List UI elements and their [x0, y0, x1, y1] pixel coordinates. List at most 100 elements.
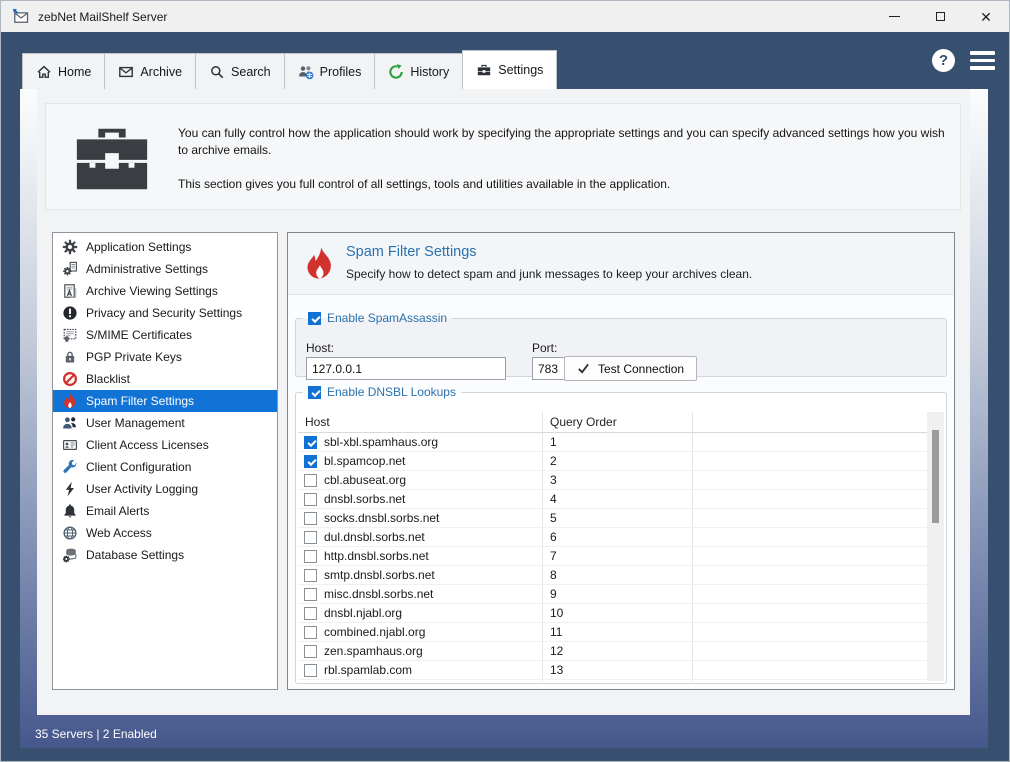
lightning-icon [62, 481, 78, 497]
maximize-button[interactable] [917, 1, 963, 32]
dnsbl-empty-cell [692, 471, 927, 489]
nav-bar: Home Archive Search Profiles History Settings… [1, 32, 1009, 89]
tab-archive[interactable]: Archive [104, 53, 197, 89]
dnsbl-row-checkbox[interactable] [304, 663, 317, 677]
sidebar-item-client-access-licenses[interactable]: Client Access Licenses [53, 434, 277, 456]
dnsbl-row-checkbox[interactable] [304, 549, 317, 563]
dnsbl-row-checkbox[interactable] [304, 530, 317, 544]
dnsbl-query-order: 11 [542, 623, 692, 641]
dnsbl-row-checkbox[interactable] [304, 511, 317, 525]
sidebar-item-email-alerts[interactable]: Email Alerts [53, 500, 277, 522]
dnsbl-row[interactable]: bl.spamcop.net 2 [298, 452, 927, 471]
dnsbl-row[interactable]: http.dnsbl.sorbs.net 7 [298, 547, 927, 566]
sidebar-item-label: Database Settings [86, 548, 185, 562]
sidebar-item-label: Spam Filter Settings [86, 394, 195, 408]
dnsbl-empty-cell [692, 452, 927, 470]
sidebar-item-privacy-and-security-settings[interactable]: Privacy and Security Settings [53, 302, 277, 324]
enable-spamassassin-checkbox[interactable] [308, 311, 321, 325]
sidebar-item-application-settings[interactable]: Application Settings [53, 236, 277, 258]
sidebar-item-s-mime-certificates[interactable]: S/MIME Certificates [53, 324, 277, 346]
host-input[interactable] [306, 357, 506, 380]
sidebar-item-label: Blacklist [86, 372, 131, 386]
scrollbar-thumb[interactable] [932, 430, 939, 523]
column-header-host[interactable]: Host [298, 415, 542, 429]
dnsbl-empty-cell [692, 623, 927, 641]
page-header-box: You can fully control how the applicatio… [45, 103, 961, 210]
dnsbl-row[interactable]: misc.dnsbl.sorbs.net 9 [298, 585, 927, 604]
sidebar-item-label: Client Configuration [86, 460, 192, 474]
dnsbl-row[interactable]: dul.dnsbl.sorbs.net 6 [298, 528, 927, 547]
panel-title: Spam Filter Settings [346, 244, 477, 260]
dnsbl-query-order: 1 [542, 433, 692, 451]
dnsbl-row[interactable]: combined.njabl.org 11 [298, 623, 927, 642]
tab-label: Profiles [319, 64, 362, 79]
dnsbl-row-checkbox[interactable] [304, 435, 317, 449]
checkmark-icon [577, 362, 590, 375]
tab-profiles[interactable]: Profiles [283, 53, 376, 89]
dnsbl-row-checkbox[interactable] [304, 568, 317, 582]
globe-icon [62, 525, 78, 541]
vertical-scrollbar[interactable] [927, 412, 944, 681]
dnsbl-row-checkbox[interactable] [304, 492, 317, 506]
dnsbl-row[interactable]: accredit.habeas.com14 [298, 680, 927, 681]
sidebar-item-user-activity-logging[interactable]: User Activity Logging [53, 478, 277, 500]
test-connection-button[interactable]: Test Connection [564, 356, 698, 381]
dnsbl-row-checkbox[interactable] [304, 606, 317, 620]
dnsbl-empty-cell [692, 509, 927, 527]
exclamation-icon [62, 305, 78, 321]
sidebar-item-database-settings[interactable]: Database Settings [53, 544, 277, 566]
dnsbl-table-header: Host Query Order [298, 412, 927, 433]
enable-dnsbl-checkbox[interactable] [308, 385, 321, 399]
sidebar-item-client-configuration[interactable]: Client Configuration [53, 456, 277, 478]
sidebar-item-label: Privacy and Security Settings [86, 306, 243, 320]
tab-search[interactable]: Search [195, 53, 285, 89]
dnsbl-host: dul.dnsbl.sorbs.net [324, 530, 425, 544]
dnsbl-row[interactable]: cbl.abuseat.org 3 [298, 471, 927, 490]
help-button[interactable]: ? [932, 49, 955, 72]
dnsbl-row[interactable]: smtp.dnsbl.sorbs.net 8 [298, 566, 927, 585]
sidebar-item-label: Email Alerts [86, 504, 150, 518]
dnsbl-row[interactable]: sbl-xbl.spamhaus.org 1 [298, 433, 927, 452]
dnsbl-host: zen.spamhaus.org [324, 644, 423, 658]
dnsbl-row[interactable]: dnsbl.njabl.org 10 [298, 604, 927, 623]
dnsbl-query-order: 13 [542, 661, 692, 679]
column-header-query-order[interactable]: Query Order [542, 412, 692, 432]
dnsbl-row-checkbox[interactable] [304, 454, 317, 468]
sidebar-item-administrative-settings[interactable]: Administrative Settings [53, 258, 277, 280]
close-button[interactable]: ✕ [963, 1, 1009, 32]
tab-home[interactable]: Home [22, 53, 106, 89]
tab-history[interactable]: History [374, 53, 464, 89]
bell-icon [62, 503, 78, 519]
dnsbl-query-order: 2 [542, 452, 692, 470]
hamburger-menu-button[interactable] [970, 51, 995, 70]
dnsbl-row[interactable]: zen.spamhaus.org 12 [298, 642, 927, 661]
sidebar-item-archive-viewing-settings[interactable]: Archive Viewing Settings [53, 280, 277, 302]
sidebar-item-blacklist[interactable]: Blacklist [53, 368, 277, 390]
tab-settings[interactable]: Settings [462, 50, 558, 89]
dnsbl-row[interactable]: socks.dnsbl.sorbs.net 5 [298, 509, 927, 528]
port-input[interactable] [532, 357, 566, 380]
sidebar-item-web-access[interactable]: Web Access [53, 522, 277, 544]
dnsbl-query-order: 4 [542, 490, 692, 508]
dnsbl-row-checkbox[interactable] [304, 625, 317, 639]
description-paragraph-2: This section gives you full control of a… [178, 177, 671, 191]
flame-icon [305, 243, 335, 284]
sidebar-item-user-management[interactable]: User Management [53, 412, 277, 434]
sidebar-item-label: PGP Private Keys [86, 350, 182, 364]
search-icon [209, 64, 225, 80]
page-description: You can fully control how the applicatio… [178, 125, 948, 210]
home-icon [36, 64, 52, 80]
dnsbl-row-checkbox[interactable] [304, 473, 317, 487]
dnsbl-row[interactable]: rbl.spamlab.com 13 [298, 661, 927, 680]
dnsbl-host: socks.dnsbl.sorbs.net [324, 511, 440, 525]
dnsbl-row[interactable]: dnsbl.sorbs.net 4 [298, 490, 927, 509]
dnsbl-row-checkbox[interactable] [304, 644, 317, 658]
sidebar-item-label: Archive Viewing Settings [86, 284, 218, 298]
dnsbl-row-checkbox[interactable] [304, 587, 317, 601]
sidebar-item-pgp-private-keys[interactable]: PGP Private Keys [53, 346, 277, 368]
sidebar-item-spam-filter-settings[interactable]: Spam Filter Settings [53, 390, 277, 412]
minimize-button[interactable] [871, 1, 917, 32]
dnsbl-query-order: 8 [542, 566, 692, 584]
tab-label: Settings [498, 63, 544, 77]
license-icon [62, 437, 78, 453]
